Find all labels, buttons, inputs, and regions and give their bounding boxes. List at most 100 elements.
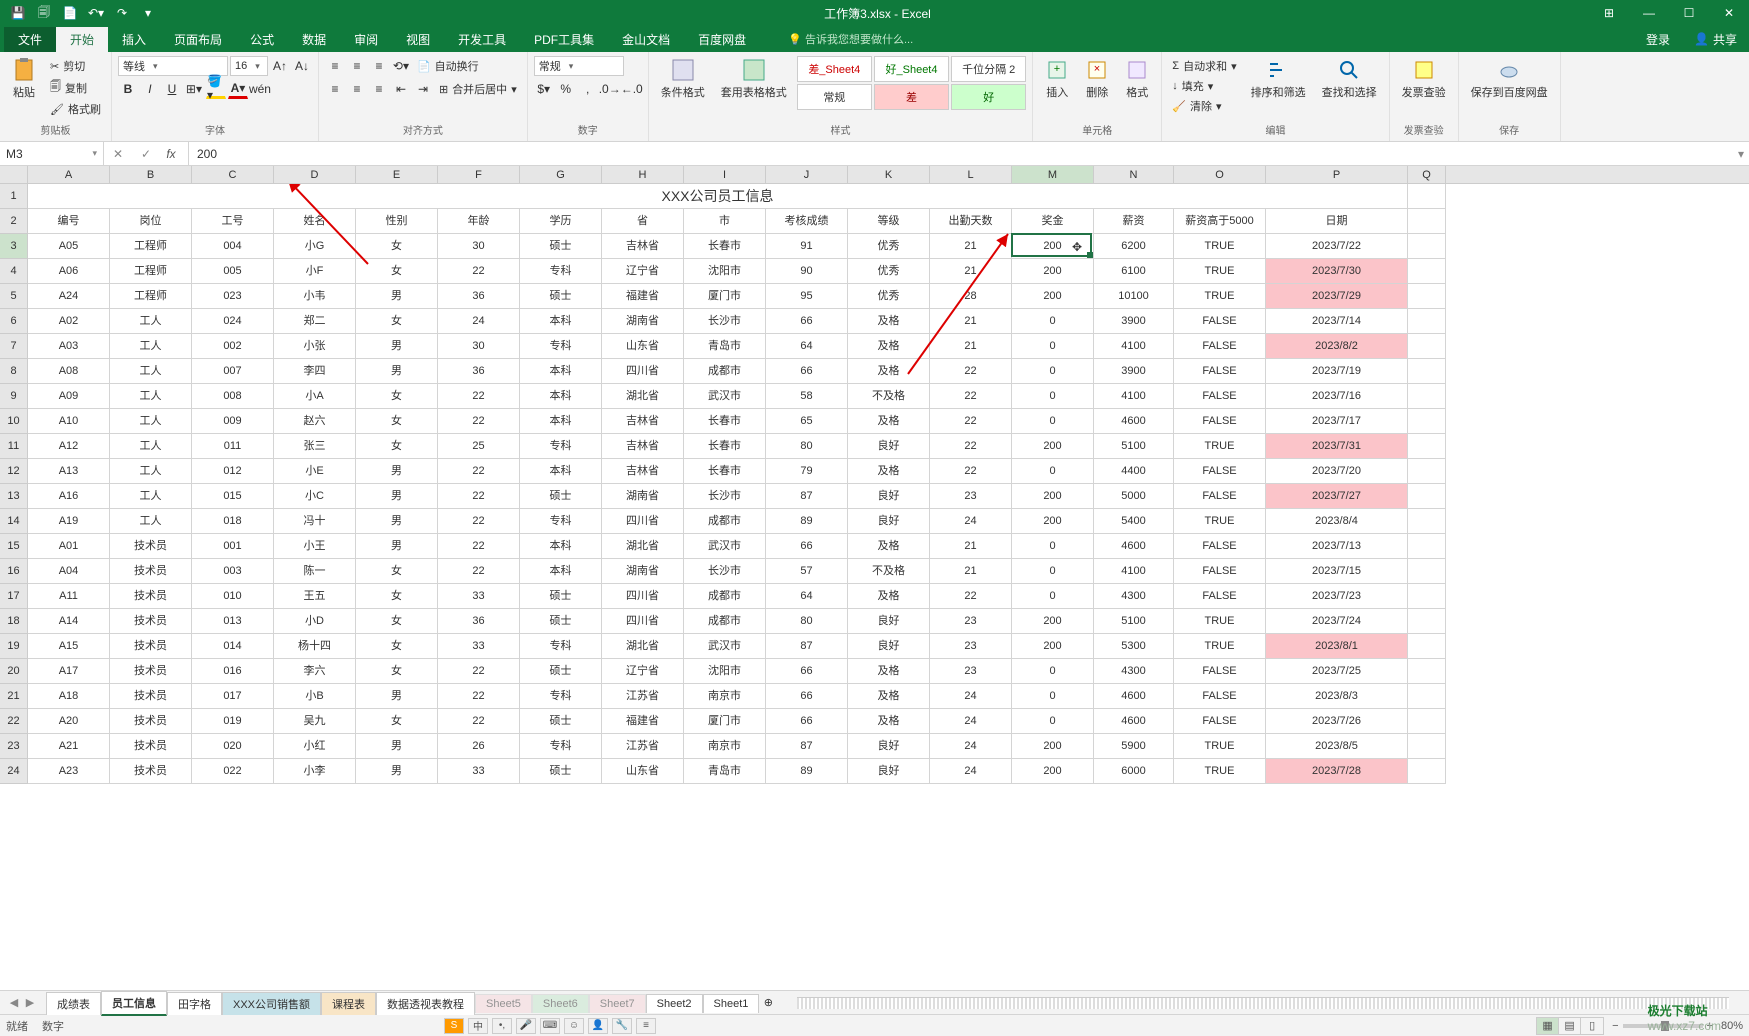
align-bottom-icon[interactable]: ≡ <box>369 56 389 76</box>
data-cell[interactable]: 男 <box>356 484 438 509</box>
data-cell[interactable]: 成都市 <box>684 359 766 384</box>
data-cell[interactable]: 018 <box>192 509 274 534</box>
data-cell[interactable]: 016 <box>192 659 274 684</box>
data-cell[interactable]: 吴九 <box>274 709 356 734</box>
data-cell[interactable]: FALSE <box>1174 484 1266 509</box>
data-cell[interactable]: A19 <box>28 509 110 534</box>
data-cell[interactable]: 专科 <box>520 259 602 284</box>
data-cell[interactable]: 长春市 <box>684 459 766 484</box>
data-cell[interactable]: 江苏省 <box>602 734 684 759</box>
data-cell[interactable]: 良好 <box>848 609 930 634</box>
insert-cells-button[interactable]: +插入 <box>1039 56 1075 102</box>
sheet-title-cell[interactable]: XXX公司员工信息 <box>28 184 1408 209</box>
data-cell[interactable]: 赵六 <box>274 409 356 434</box>
data-cell[interactable]: 87 <box>766 484 848 509</box>
row-header[interactable]: 4 <box>0 259 28 284</box>
header-cell[interactable]: 薪资高于5000 <box>1174 209 1266 234</box>
data-cell[interactable]: TRUE <box>1174 609 1266 634</box>
data-cell[interactable]: 33 <box>438 634 520 659</box>
data-cell[interactable]: 2023/7/29 <box>1266 284 1408 309</box>
data-cell[interactable]: 女 <box>356 234 438 259</box>
italic-button[interactable]: I <box>140 79 160 99</box>
data-cell[interactable]: 28 <box>930 284 1012 309</box>
data-cell[interactable]: 200 <box>1012 734 1094 759</box>
data-cell[interactable]: 65 <box>766 409 848 434</box>
ime-lang-button[interactable]: 中 <box>468 1018 488 1034</box>
data-cell[interactable]: 2023/7/15 <box>1266 559 1408 584</box>
data-cell[interactable]: 95 <box>766 284 848 309</box>
row-header[interactable]: 15 <box>0 534 28 559</box>
data-cell[interactable]: 0 <box>1012 384 1094 409</box>
data-cell[interactable]: 5100 <box>1094 434 1174 459</box>
data-cell[interactable]: 专科 <box>520 434 602 459</box>
clear-button[interactable]: 🧹 清除 ▾ <box>1168 96 1240 116</box>
data-cell[interactable]: 009 <box>192 409 274 434</box>
data-cell[interactable]: 及格 <box>848 709 930 734</box>
data-cell[interactable]: 长春市 <box>684 434 766 459</box>
data-cell[interactable]: 3900 <box>1094 359 1174 384</box>
data-cell[interactable]: 技术员 <box>110 684 192 709</box>
data-cell[interactable]: 及格 <box>848 659 930 684</box>
align-center-icon[interactable]: ≡ <box>347 79 367 99</box>
data-cell[interactable]: 硕士 <box>520 234 602 259</box>
tab-scroll-right-icon[interactable]: ▶ <box>22 996 38 1009</box>
data-cell[interactable]: 技术员 <box>110 709 192 734</box>
data-cell[interactable]: 技术员 <box>110 734 192 759</box>
data-cell[interactable]: 22 <box>930 384 1012 409</box>
data-cell[interactable]: 技术员 <box>110 534 192 559</box>
data-cell[interactable]: 6200 <box>1094 234 1174 259</box>
number-format-combo[interactable]: 常规 <box>534 56 624 76</box>
data-cell[interactable]: 小红 <box>274 734 356 759</box>
ime-keyboard-icon[interactable]: ⌨ <box>540 1018 560 1034</box>
data-cell[interactable]: 小E <box>274 459 356 484</box>
data-cell[interactable]: 吉林省 <box>602 234 684 259</box>
data-cell[interactable]: FALSE <box>1174 334 1266 359</box>
data-cell[interactable]: 001 <box>192 534 274 559</box>
data-cell[interactable]: 2023/7/31 <box>1266 434 1408 459</box>
header-cell[interactable]: 年龄 <box>438 209 520 234</box>
data-cell[interactable]: 22 <box>438 384 520 409</box>
data-cell[interactable]: 4400 <box>1094 459 1174 484</box>
data-cell[interactable]: 90 <box>766 259 848 284</box>
percent-icon[interactable]: % <box>556 79 576 99</box>
data-cell[interactable]: 工人 <box>110 459 192 484</box>
data-cell[interactable]: A11 <box>28 584 110 609</box>
data-cell[interactable]: 技术员 <box>110 609 192 634</box>
data-cell[interactable]: 男 <box>356 509 438 534</box>
data-cell[interactable]: A16 <box>28 484 110 509</box>
header-cell[interactable]: 编号 <box>28 209 110 234</box>
data-cell[interactable]: 南京市 <box>684 684 766 709</box>
data-cell[interactable]: 李四 <box>274 359 356 384</box>
data-cell[interactable]: 200 <box>1012 634 1094 659</box>
row-header[interactable]: 1 <box>0 184 28 209</box>
data-cell[interactable]: 良好 <box>848 434 930 459</box>
data-cell[interactable]: A12 <box>28 434 110 459</box>
data-cell[interactable]: 4300 <box>1094 659 1174 684</box>
data-cell[interactable]: TRUE <box>1174 634 1266 659</box>
data-cell[interactable]: 013 <box>192 609 274 634</box>
tab-developer[interactable]: 开发工具 <box>444 27 520 52</box>
header-cell[interactable]: 岗位 <box>110 209 192 234</box>
style-bad[interactable]: 差 <box>874 84 949 110</box>
header-cell[interactable]: 性别 <box>356 209 438 234</box>
sheet-tab-s6[interactable]: Sheet6 <box>532 994 589 1013</box>
data-cell[interactable]: 武汉市 <box>684 534 766 559</box>
data-cell[interactable]: 005 <box>192 259 274 284</box>
data-cell[interactable]: 工人 <box>110 309 192 334</box>
data-cell[interactable]: 012 <box>192 459 274 484</box>
data-cell[interactable]: 22 <box>438 484 520 509</box>
data-cell[interactable]: 女 <box>356 609 438 634</box>
ime-user-icon[interactable]: 👤 <box>588 1018 608 1034</box>
data-cell[interactable]: 男 <box>356 359 438 384</box>
data-cell[interactable]: 小C <box>274 484 356 509</box>
minimize-icon[interactable]: — <box>1629 0 1669 26</box>
insert-function-icon[interactable]: fx <box>160 142 188 165</box>
data-cell[interactable]: A21 <box>28 734 110 759</box>
data-cell[interactable]: 23 <box>930 659 1012 684</box>
data-cell[interactable]: 及格 <box>848 334 930 359</box>
data-cell[interactable]: 22 <box>438 534 520 559</box>
login-button[interactable]: 登录 <box>1634 27 1682 52</box>
tab-kingsoft[interactable]: 金山文档 <box>608 27 684 52</box>
data-cell[interactable]: 66 <box>766 309 848 334</box>
data-cell[interactable]: A05 <box>28 234 110 259</box>
